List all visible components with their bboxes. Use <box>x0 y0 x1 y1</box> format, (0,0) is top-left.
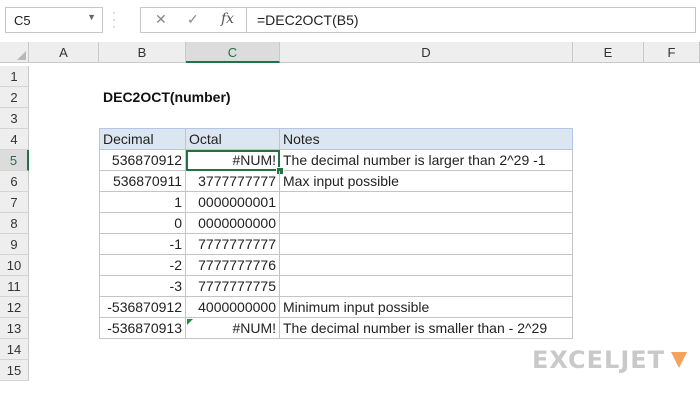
select-all-corner[interactable] <box>0 42 29 63</box>
cell-b10[interactable]: -2 <box>99 255 186 276</box>
cell-d8[interactable] <box>280 213 573 234</box>
cell-d5[interactable]: The decimal number is larger than 2^29 -… <box>280 150 573 171</box>
cell-c9[interactable]: 7777777777 <box>186 234 280 255</box>
sheet-title[interactable]: DEC2OCT(number) <box>103 89 231 105</box>
error-indicator-icon[interactable] <box>187 319 193 325</box>
select-all-triangle-icon <box>17 51 26 60</box>
cell-b8[interactable]: 0 <box>99 213 186 234</box>
cell-b9[interactable]: -1 <box>99 234 186 255</box>
cell-c10[interactable]: 7777777776 <box>186 255 280 276</box>
row-header-14[interactable]: 14 <box>0 339 29 360</box>
cell-d12[interactable]: Minimum input possible <box>280 297 573 318</box>
column-header-d[interactable]: D <box>280 42 573 63</box>
cell-b6[interactable]: 536870911 <box>99 171 186 192</box>
cell-b5[interactable]: 536870912 <box>99 150 186 171</box>
cell-c8[interactable]: 0000000000 <box>186 213 280 234</box>
header-notes[interactable]: Notes <box>280 128 573 150</box>
cell-c5-selected[interactable]: #NUM! <box>186 150 280 171</box>
cell-d6[interactable]: Max input possible <box>280 171 573 192</box>
cell-d13[interactable]: The decimal number is smaller than - 2^2… <box>280 318 573 339</box>
formula-text: =DEC2OCT(B5) <box>257 12 359 28</box>
cell-b11[interactable]: -3 <box>99 276 186 297</box>
cell-b7[interactable]: 1 <box>99 192 186 213</box>
exceljet-logo-icon <box>671 352 688 368</box>
cell-d10[interactable] <box>280 255 573 276</box>
row-header-12[interactable]: 12 <box>0 297 29 318</box>
header-decimal[interactable]: Decimal <box>99 128 186 150</box>
formula-input[interactable]: =DEC2OCT(B5) <box>246 7 696 33</box>
header-octal[interactable]: Octal <box>186 128 280 150</box>
cell-d9[interactable] <box>280 234 573 255</box>
row-header-11[interactable]: 11 <box>0 276 29 297</box>
row-header-7[interactable]: 7 <box>0 192 29 213</box>
formula-bar: C5 ▼ · · · ✕ ✓ fx =DEC2OCT(B5) <box>0 0 700 43</box>
cell-c6[interactable]: 3777777777 <box>186 171 280 192</box>
column-header-b[interactable]: B <box>99 42 186 63</box>
chevron-down-icon[interactable]: ▼ <box>87 12 96 22</box>
cell-c13[interactable]: #NUM! <box>186 318 280 339</box>
row-header-4[interactable]: 4 <box>0 129 29 150</box>
exceljet-logo: EXCELJET <box>532 344 689 376</box>
row-header-10[interactable]: 10 <box>0 255 29 276</box>
cell-c12[interactable]: 4000000000 <box>186 297 280 318</box>
row-header-13[interactable]: 13 <box>0 318 29 339</box>
cell-d11[interactable] <box>280 276 573 297</box>
formula-buttons: ✕ ✓ fx <box>140 7 246 33</box>
column-header-c[interactable]: C <box>186 42 280 63</box>
insert-function-button[interactable]: fx <box>221 11 234 27</box>
column-header-f[interactable]: F <box>644 42 700 63</box>
row-header-5[interactable]: 5 <box>0 150 29 171</box>
cell-b13[interactable]: -536870913 <box>99 318 186 339</box>
cell-b12[interactable]: -536870912 <box>99 297 186 318</box>
row-header-8[interactable]: 8 <box>0 213 29 234</box>
row-header-6[interactable]: 6 <box>0 171 29 192</box>
name-box-value: C5 <box>14 13 31 28</box>
logo-text: EXCELJET <box>532 346 666 374</box>
name-box[interactable]: C5 ▼ <box>5 7 103 33</box>
check-icon[interactable]: ✓ <box>187 11 199 28</box>
row-header-1[interactable]: 1 <box>0 66 29 87</box>
row-header-15[interactable]: 15 <box>0 360 29 381</box>
cell-c7[interactable]: 0000000001 <box>186 192 280 213</box>
splitter-handle[interactable]: · · · <box>112 6 116 32</box>
close-icon[interactable]: ✕ <box>155 11 167 28</box>
column-header-a[interactable]: A <box>29 42 99 63</box>
row-header-2[interactable]: 2 <box>0 87 29 108</box>
row-header-9[interactable]: 9 <box>0 234 29 255</box>
row-header-3[interactable]: 3 <box>0 108 29 129</box>
cell-d7[interactable] <box>280 192 573 213</box>
column-header-e[interactable]: E <box>573 42 644 63</box>
cell-c11[interactable]: 7777777775 <box>186 276 280 297</box>
